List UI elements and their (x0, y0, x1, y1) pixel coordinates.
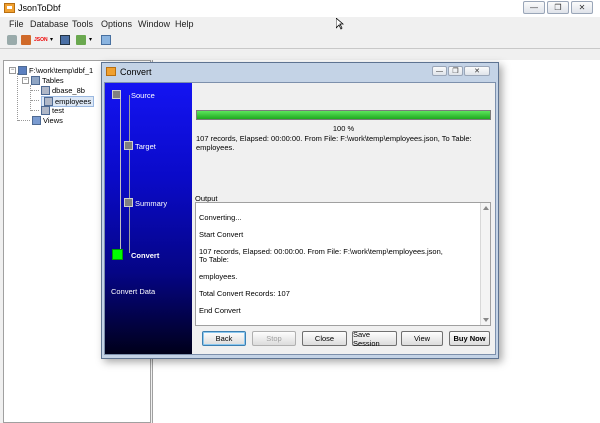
import-icon[interactable] (21, 35, 31, 45)
result-line: employees. (196, 143, 235, 152)
dropdown-icon[interactable]: ▾ (50, 35, 60, 45)
save-session-button[interactable]: Save Session (352, 330, 397, 348)
scroll-up-icon[interactable] (483, 206, 489, 210)
sidebar-footer: Convert Data (111, 287, 156, 296)
connect-icon[interactable] (7, 35, 17, 45)
tree-item-label: test (52, 106, 65, 115)
result-summary: 107 records, Elapsed: 00:00:00. From Fil… (196, 134, 491, 152)
step-convert-marker (112, 249, 123, 260)
progress-fill (197, 111, 490, 119)
output-line: Converting... (199, 212, 242, 222)
tree-tables-label: Tables (42, 76, 64, 85)
close-icon[interactable]: ✕ (571, 1, 593, 14)
check-icon[interactable] (76, 35, 86, 45)
step-target: Target (135, 142, 156, 151)
grid-icon[interactable] (101, 35, 111, 45)
output-scrollbar[interactable] (480, 203, 490, 325)
minimize-icon[interactable]: — (523, 1, 545, 14)
tree-root[interactable]: − F:\work\temp\dbf_1 (9, 66, 93, 75)
run-icon[interactable] (60, 35, 70, 45)
output-line: End Convert (199, 306, 241, 315)
tables-icon (31, 76, 40, 85)
tree-item-label: employees (55, 97, 92, 106)
tree-root-label: F:\work\temp\dbf_1 (29, 66, 94, 75)
tree-item-label: dbase_8b (52, 86, 85, 95)
step-source: Source (131, 91, 155, 100)
mouse-cursor-icon (336, 18, 344, 30)
output-line: employees. (199, 272, 238, 281)
view-button[interactable]: View (401, 331, 443, 346)
toolbar: JSON ▾ ▾ (0, 31, 600, 49)
menu-window[interactable]: Window (138, 19, 170, 29)
table-icon (44, 97, 53, 106)
output-line: 107 records, Elapsed: 00:00:00. From Fil… (199, 246, 443, 264)
tree-views-label: Views (43, 116, 63, 125)
app-title: JsonToDbf (18, 3, 61, 13)
wizard-steps: Source Target Summary Convert Convert Da… (105, 83, 192, 354)
menu-file[interactable]: File (9, 19, 24, 29)
table-icon (41, 106, 50, 115)
minimize-icon[interactable]: — (432, 66, 447, 76)
result-line: 107 records, Elapsed: 00:00:00. From Fil… (196, 134, 472, 143)
stop-button[interactable]: Stop (252, 331, 296, 346)
table-icon (41, 86, 50, 95)
step-convert: Convert (131, 251, 160, 260)
output-line: Total Convert Records: 107 (199, 289, 290, 298)
step-source-marker (112, 90, 121, 99)
tree-views[interactable]: Views (32, 116, 63, 125)
scroll-down-icon[interactable] (483, 318, 489, 322)
tree-item-dbase-8b[interactable]: dbase_8b (41, 86, 85, 95)
progress-percent: 100 % (332, 124, 355, 133)
menu-options[interactable]: Options (101, 19, 132, 29)
menu-database[interactable]: Database (30, 19, 69, 29)
database-icon (18, 66, 27, 75)
back-button[interactable]: Back (202, 331, 246, 346)
collapse-icon[interactable]: − (9, 67, 16, 74)
json-icon[interactable]: JSON (34, 35, 48, 45)
restore-icon[interactable]: ❐ (448, 66, 463, 76)
progress-bar (196, 110, 491, 120)
dialog-title: Convert (120, 67, 152, 77)
step-summary: Summary (135, 199, 168, 208)
step-target-marker (124, 141, 133, 150)
app-icon (4, 3, 15, 13)
close-icon[interactable]: ✕ (464, 66, 490, 76)
views-icon (32, 116, 41, 125)
dropdown-icon[interactable]: ▾ (89, 35, 99, 45)
step-summary-marker (124, 198, 133, 207)
output-line: Start Convert (199, 229, 244, 239)
dialog-app-icon (106, 67, 116, 76)
menu-bar: File Database Tools Options Window Help (0, 17, 600, 31)
tree-item-test[interactable]: test (41, 106, 64, 115)
main-title-bar: JsonToDbf — ❐ ✕ (0, 0, 600, 17)
output-log: Converting... Start Convert 107 records,… (199, 205, 449, 324)
restore-icon[interactable]: ❐ (547, 1, 569, 14)
close-button[interactable]: Close (302, 331, 347, 346)
menu-help[interactable]: Help (175, 19, 194, 29)
menu-tools[interactable]: Tools (72, 19, 93, 29)
tree-tables[interactable]: − Tables (22, 76, 64, 85)
collapse-icon[interactable]: − (22, 77, 29, 84)
buy-now-button[interactable]: Buy Now (449, 331, 490, 346)
